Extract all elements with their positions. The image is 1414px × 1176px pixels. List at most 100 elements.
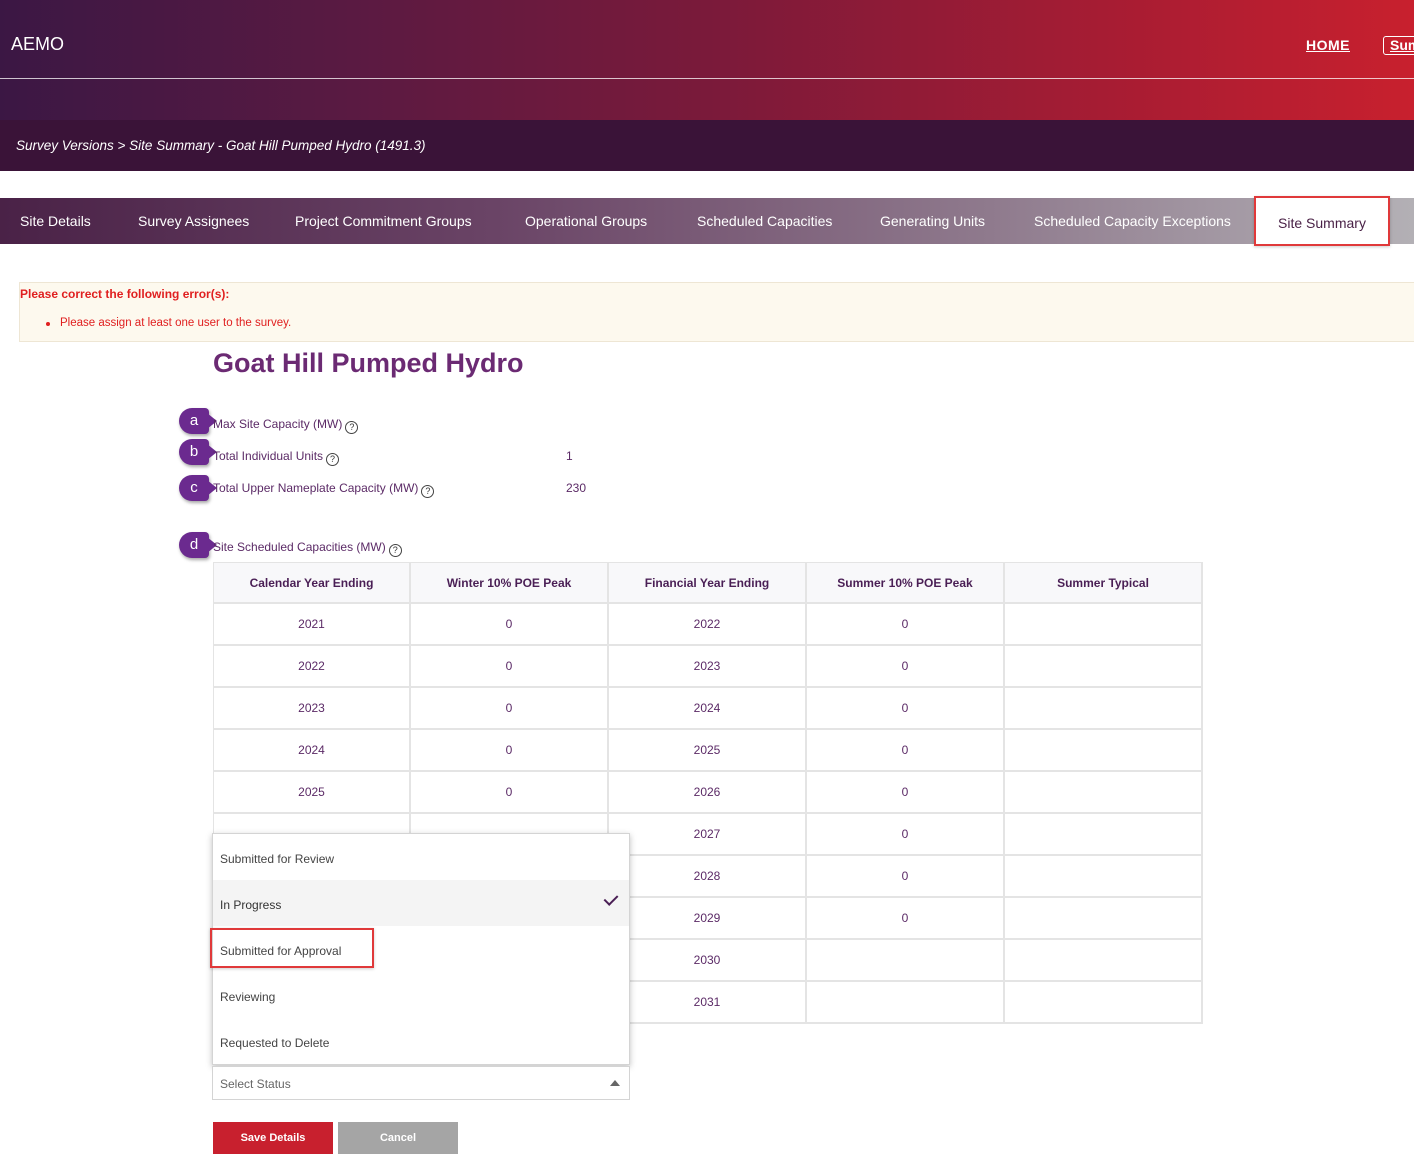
- header-divider: [0, 78, 1414, 79]
- table-cell: 2021: [213, 604, 411, 646]
- breadcrumb[interactable]: Survey Versions > Site Summary - Goat Hi…: [16, 138, 426, 153]
- table-cell: 2027: [609, 814, 807, 856]
- column-header: Calendar Year Ending: [213, 562, 411, 604]
- table-cell: [807, 982, 1005, 1024]
- option-label: In Progress: [220, 898, 282, 912]
- marker-b: b: [179, 439, 217, 465]
- table-cell: 2025: [213, 772, 411, 814]
- brand-logo: AEMO: [11, 34, 65, 54]
- field-label-text: Max Site Capacity (MW): [213, 417, 343, 431]
- table-cell: 2022: [609, 604, 807, 646]
- tab-site-summary[interactable]: Site Summary: [1254, 196, 1390, 246]
- table-header-row: Calendar Year Ending Winter 10% POE Peak…: [213, 562, 1203, 604]
- table-cell: 0: [807, 856, 1005, 898]
- field-label-text: Total Individual Units: [213, 449, 324, 463]
- field-label-text: Site Scheduled Capacities (MW): [213, 540, 386, 554]
- total-individual-units-value: 1: [566, 449, 573, 463]
- tab-site-details[interactable]: Site Details: [20, 198, 91, 244]
- highlight-annotation: [210, 928, 374, 968]
- status-option-submitted-for-review[interactable]: Submitted for Review: [213, 834, 629, 880]
- table-cell: 0: [807, 688, 1005, 730]
- error-panel: Please correct the following error(s): P…: [19, 282, 1414, 342]
- marker-c: c: [179, 475, 217, 501]
- table-cell: 0: [411, 772, 609, 814]
- table-cell: [1005, 646, 1203, 688]
- table-cell: [807, 940, 1005, 982]
- table-cell: 2031: [609, 982, 807, 1024]
- table-row: 2021 0 2022 0: [213, 604, 1203, 646]
- tab-project-commitment-groups[interactable]: Project Commitment Groups: [295, 198, 472, 244]
- table-cell: [1005, 814, 1203, 856]
- total-upper-nameplate-capacity-value: 230: [566, 481, 587, 495]
- top-banner: AEMO HOME Sum: [0, 0, 1414, 120]
- table-row: 2025 0 2026 0: [213, 772, 1203, 814]
- help-icon[interactable]: ?: [326, 453, 340, 466]
- tab-generating-units[interactable]: Generating Units: [880, 198, 985, 244]
- tab-operational-groups[interactable]: Operational Groups: [525, 198, 647, 244]
- table-cell: 0: [807, 814, 1005, 856]
- page-title: Goat Hill Pumped Hydro: [213, 348, 524, 378]
- site-scheduled-capacities-label: Site Scheduled Capacities (MW)?: [213, 540, 402, 557]
- table-cell: 0: [411, 604, 609, 646]
- table-cell: 2022: [213, 646, 411, 688]
- status-option-reviewing[interactable]: Reviewing: [213, 972, 629, 1018]
- option-label: Reviewing: [220, 990, 276, 1004]
- table-cell: 2025: [609, 730, 807, 772]
- table-cell: 2024: [213, 730, 411, 772]
- save-details-button[interactable]: Save Details: [213, 1122, 333, 1154]
- help-icon[interactable]: ?: [388, 544, 402, 557]
- tab-survey-assignees[interactable]: Survey Assignees: [138, 198, 249, 244]
- total-individual-units-label: Total Individual Units?: [213, 449, 340, 466]
- table-cell: [1005, 772, 1203, 814]
- status-option-requested-to-delete[interactable]: Requested to Delete: [213, 1018, 629, 1064]
- table-cell: 2026: [609, 772, 807, 814]
- table-cell: [1005, 604, 1203, 646]
- table-cell: [1005, 940, 1203, 982]
- option-label: Requested to Delete: [220, 1036, 330, 1050]
- cancel-button[interactable]: Cancel: [338, 1122, 458, 1154]
- table-cell: 2024: [609, 688, 807, 730]
- table-cell: 0: [411, 646, 609, 688]
- table-cell: 2030: [609, 940, 807, 982]
- error-item: Please assign at least one user to the s…: [45, 317, 292, 329]
- tab-bar: Site Details Survey Assignees Project Co…: [0, 196, 1414, 246]
- summary-button[interactable]: Sum: [1383, 36, 1414, 55]
- error-title: Please correct the following error(s):: [20, 287, 230, 301]
- table-row: 2023 0 2024 0: [213, 688, 1203, 730]
- select-placeholder: Select Status: [220, 1077, 291, 1091]
- table-cell: 0: [411, 730, 609, 772]
- column-header: Summer Typical: [1005, 562, 1203, 604]
- table-cell: [1005, 856, 1203, 898]
- marker-a: a: [179, 408, 217, 434]
- checkmark-icon: [603, 891, 619, 906]
- table-cell: 0: [807, 772, 1005, 814]
- tab-scheduled-capacities[interactable]: Scheduled Capacities: [697, 198, 832, 244]
- table-cell: 0: [807, 646, 1005, 688]
- help-icon[interactable]: ?: [345, 421, 359, 434]
- help-icon[interactable]: ?: [421, 485, 435, 498]
- status-select[interactable]: Select Status: [212, 1066, 630, 1100]
- table-cell: 0: [807, 604, 1005, 646]
- table-cell: 2023: [213, 688, 411, 730]
- caret-up-icon: [610, 1080, 620, 1086]
- column-header: Financial Year Ending: [609, 562, 807, 604]
- table-cell: [1005, 898, 1203, 940]
- table-cell: 0: [807, 730, 1005, 772]
- field-label-text: Total Upper Nameplate Capacity (MW): [213, 481, 419, 495]
- home-link[interactable]: HOME: [1306, 37, 1350, 53]
- marker-d: d: [179, 532, 217, 558]
- column-header: Summer 10% POE Peak: [807, 562, 1005, 604]
- max-site-capacity-label: Max Site Capacity (MW)?: [213, 417, 359, 434]
- table-row: 2022 0 2023 0: [213, 646, 1203, 688]
- status-option-in-progress[interactable]: In Progress: [213, 880, 629, 926]
- table-cell: 0: [411, 688, 609, 730]
- table-row: 2024 0 2025 0: [213, 730, 1203, 772]
- table-cell: 0: [807, 898, 1005, 940]
- table-cell: 2028: [609, 856, 807, 898]
- table-cell: 2023: [609, 646, 807, 688]
- column-header: Winter 10% POE Peak: [411, 562, 609, 604]
- total-upper-nameplate-capacity-label: Total Upper Nameplate Capacity (MW)?: [213, 481, 435, 498]
- tab-scheduled-capacity-exceptions[interactable]: Scheduled Capacity Exceptions: [1034, 198, 1231, 244]
- table-cell: 2029: [609, 898, 807, 940]
- table-cell: [1005, 688, 1203, 730]
